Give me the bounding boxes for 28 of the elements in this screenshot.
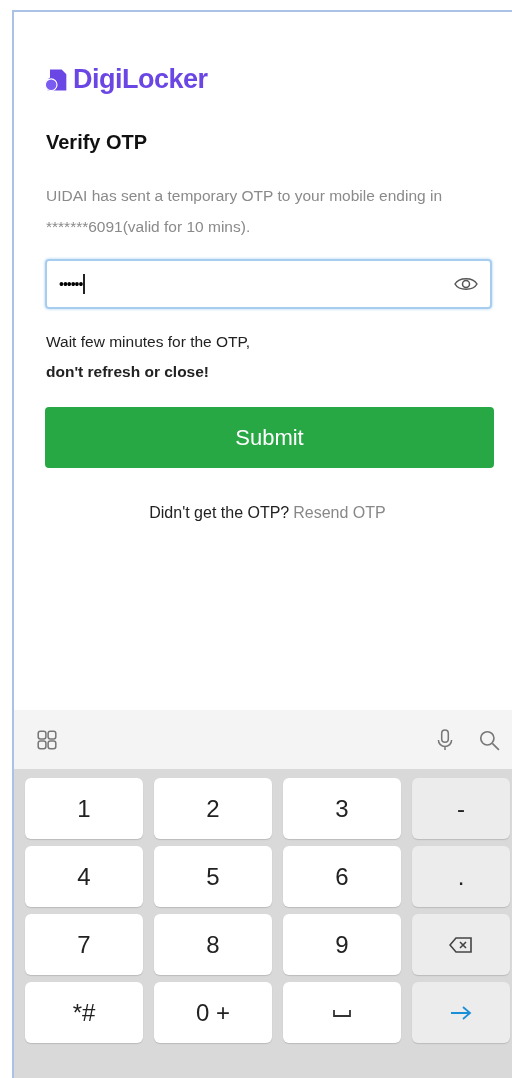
brand-name: DigiLocker bbox=[73, 64, 208, 95]
keyboard-key[interactable]: 4 bbox=[25, 846, 143, 907]
keyboard-key[interactable]: 0 + bbox=[154, 982, 272, 1043]
search-icon[interactable] bbox=[478, 728, 500, 751]
resend-link[interactable]: Resend OTP bbox=[293, 504, 386, 521]
keyboard-key[interactable]: 7 bbox=[25, 914, 143, 975]
description: UIDAI has sent a temporary OTP to your mobile ending in *******6091(valid for 10 mins). bbox=[46, 186, 443, 237]
page-title: Verify OTP bbox=[46, 131, 149, 154]
notice-text: Wait few minutes for the OTP, bbox=[46, 333, 252, 351]
backspace-icon bbox=[449, 936, 473, 953]
keyboard-key[interactable]: . bbox=[412, 846, 510, 907]
notice-warning: don't refresh or close! bbox=[46, 363, 211, 381]
keyboard-key[interactable]: - bbox=[412, 778, 510, 839]
keyboard-key[interactable]: 9 bbox=[283, 914, 401, 975]
keyboard-key[interactable]: *# bbox=[25, 982, 143, 1043]
keyboard-key[interactable]: 3 bbox=[283, 778, 401, 839]
keyboard-key[interactable]: 1 bbox=[25, 778, 143, 839]
keyboard-key[interactable]: 2 bbox=[154, 778, 272, 839]
arrow-right-icon bbox=[449, 1004, 473, 1021]
keyboard-key[interactable]: 6 bbox=[283, 846, 401, 907]
space-bar-icon bbox=[333, 1008, 351, 1017]
keyboard-key[interactable]: 5 bbox=[154, 846, 272, 907]
grid-icon[interactable] bbox=[36, 728, 58, 751]
backspace-key[interactable] bbox=[412, 914, 510, 975]
eye-icon[interactable] bbox=[454, 276, 478, 292]
keyboard-key[interactable]: 8 bbox=[154, 914, 272, 975]
resend-prompt: Didn't get the OTP? bbox=[149, 504, 290, 521]
otp-field[interactable]: •••••• bbox=[45, 259, 492, 309]
